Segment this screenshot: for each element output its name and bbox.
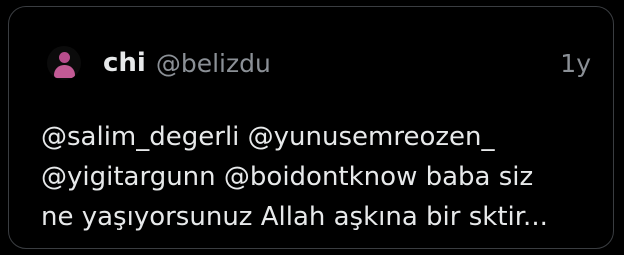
tweet-text-line: @salim_degerli @yunusemreozen_ [41,122,495,152]
author-handle[interactable]: @belizdu [156,49,271,78]
tweet-text: @salim_degerli @yunusemreozen_ @yigitarg… [41,117,611,237]
quoted-tweet-card[interactable]: chi @belizdu 1y @salim_degerli @yunusemr… [8,6,614,249]
avatar[interactable] [47,46,81,80]
person-head-icon [59,52,70,63]
person-body-icon [54,65,75,78]
tweet-text-line: ne yaşıyorsunuz Allah aşkına bir sktir..… [41,202,548,232]
author-display-name[interactable]: chi [103,48,146,78]
tweet-text-line: @yigitargunn @boidontknow baba siz [41,162,534,192]
tweet-timestamp[interactable]: 1y [560,49,591,78]
tweet-header: chi @belizdu 1y [47,45,591,81]
